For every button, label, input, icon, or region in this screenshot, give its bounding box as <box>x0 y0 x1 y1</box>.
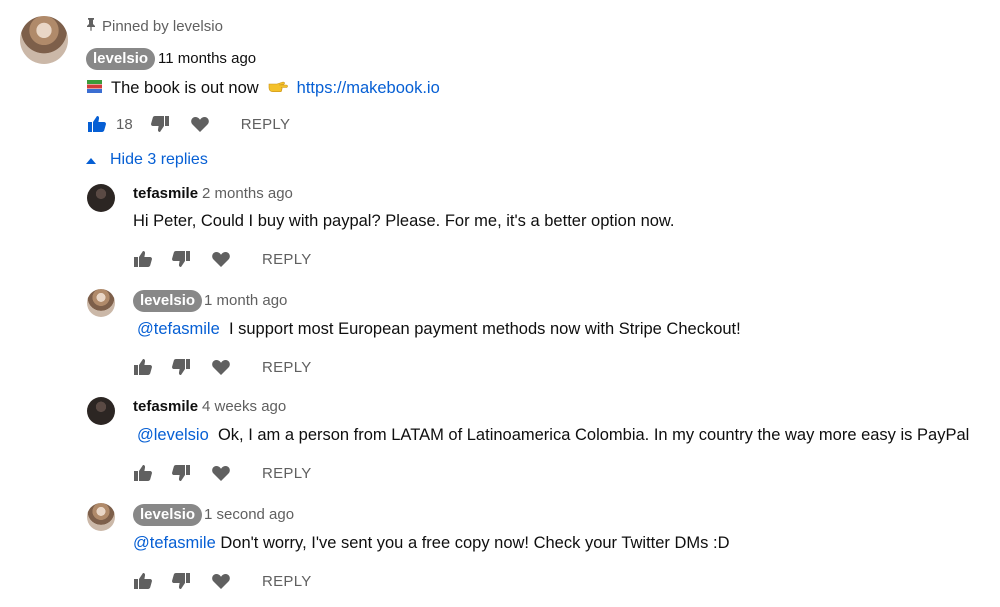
hide-replies-label: Hide 3 replies <box>110 151 208 168</box>
reply-text: @tefasmile Don't worry, I've sent you a … <box>133 534 730 553</box>
like-icon[interactable] <box>132 462 154 484</box>
book-link[interactable]: https://makebook.io <box>297 79 440 98</box>
reply-time[interactable]: 4 weeks ago <box>202 398 286 415</box>
comment-text-prefix: The book is out now <box>111 79 259 97</box>
avatar[interactable] <box>87 289 115 317</box>
like-icon[interactable] <box>132 356 154 378</box>
reply-actions: REPLY <box>132 248 312 270</box>
dislike-icon[interactable] <box>170 570 192 592</box>
reply-text-body: Ok, I am a person from LATAM of Latinoam… <box>217 426 970 444</box>
heart-icon[interactable] <box>210 356 232 378</box>
like-icon[interactable] <box>132 570 154 592</box>
reply-button[interactable]: REPLY <box>262 573 312 590</box>
mention-link[interactable]: @levelsio <box>137 426 209 444</box>
author-badge[interactable]: levelsio <box>133 290 203 312</box>
reply-text: @tefasmile I support most European payme… <box>137 320 741 339</box>
reply-text-body: I support most European payment methods … <box>228 320 741 338</box>
pinned-label: Pinned by levelsio <box>86 17 223 35</box>
avatar[interactable] <box>87 184 115 212</box>
heart-icon[interactable] <box>210 462 232 484</box>
dislike-icon[interactable] <box>149 113 171 135</box>
reply-actions: REPLY <box>132 462 312 484</box>
author-badge[interactable]: levelsio <box>86 48 156 70</box>
hide-replies-toggle[interactable]: Hide 3 replies <box>86 151 208 169</box>
reply-button[interactable]: REPLY <box>262 465 312 482</box>
like-count: 18 <box>116 115 133 133</box>
mention-link[interactable]: @tefasmile <box>137 320 220 338</box>
avatar[interactable] <box>20 16 68 64</box>
pinned-by-text: Pinned by levelsio <box>102 17 223 35</box>
comment-actions: 18 REPLY <box>86 113 290 135</box>
heart-icon[interactable] <box>210 570 232 592</box>
reply-time[interactable]: 2 months ago <box>202 185 293 202</box>
reply-button[interactable]: REPLY <box>262 359 312 376</box>
reply-button[interactable]: REPLY <box>241 116 291 133</box>
like-icon[interactable] <box>86 113 108 135</box>
chevron-up-icon <box>86 151 96 169</box>
reply-text-body: Hi Peter, Could I buy with paypal? Pleas… <box>133 212 675 230</box>
reply-button[interactable]: REPLY <box>262 251 312 268</box>
avatar[interactable] <box>87 503 115 531</box>
heart-icon[interactable] <box>189 113 211 135</box>
comment-text: The book is out now https://makebook.io <box>86 78 440 99</box>
pointing-hand-icon <box>267 78 289 99</box>
reply-text: Hi Peter, Could I buy with paypal? Pleas… <box>133 212 675 231</box>
avatar[interactable] <box>87 397 115 425</box>
dislike-icon[interactable] <box>170 248 192 270</box>
reply-author[interactable]: tefasmile <box>133 185 198 202</box>
reply-time[interactable]: 1 second ago <box>204 506 294 523</box>
mention-link[interactable]: @tefasmile <box>133 534 216 552</box>
comment-time[interactable]: 11 months ago <box>158 50 256 67</box>
dislike-icon[interactable] <box>170 356 192 378</box>
reply-text: @levelsio Ok, I am a person from LATAM o… <box>137 426 969 445</box>
pin-icon <box>86 17 96 35</box>
dislike-icon[interactable] <box>170 462 192 484</box>
reply-author[interactable]: tefasmile <box>133 398 198 415</box>
like-icon[interactable] <box>132 248 154 270</box>
reply-actions: REPLY <box>132 570 312 592</box>
reply-actions: REPLY <box>132 356 312 378</box>
reply-text-body: Don't worry, I've sent you a free copy n… <box>220 534 730 552</box>
author-badge[interactable]: levelsio <box>133 504 203 526</box>
books-icon <box>86 79 103 99</box>
reply-time[interactable]: 1 month ago <box>204 292 287 309</box>
heart-icon[interactable] <box>210 248 232 270</box>
